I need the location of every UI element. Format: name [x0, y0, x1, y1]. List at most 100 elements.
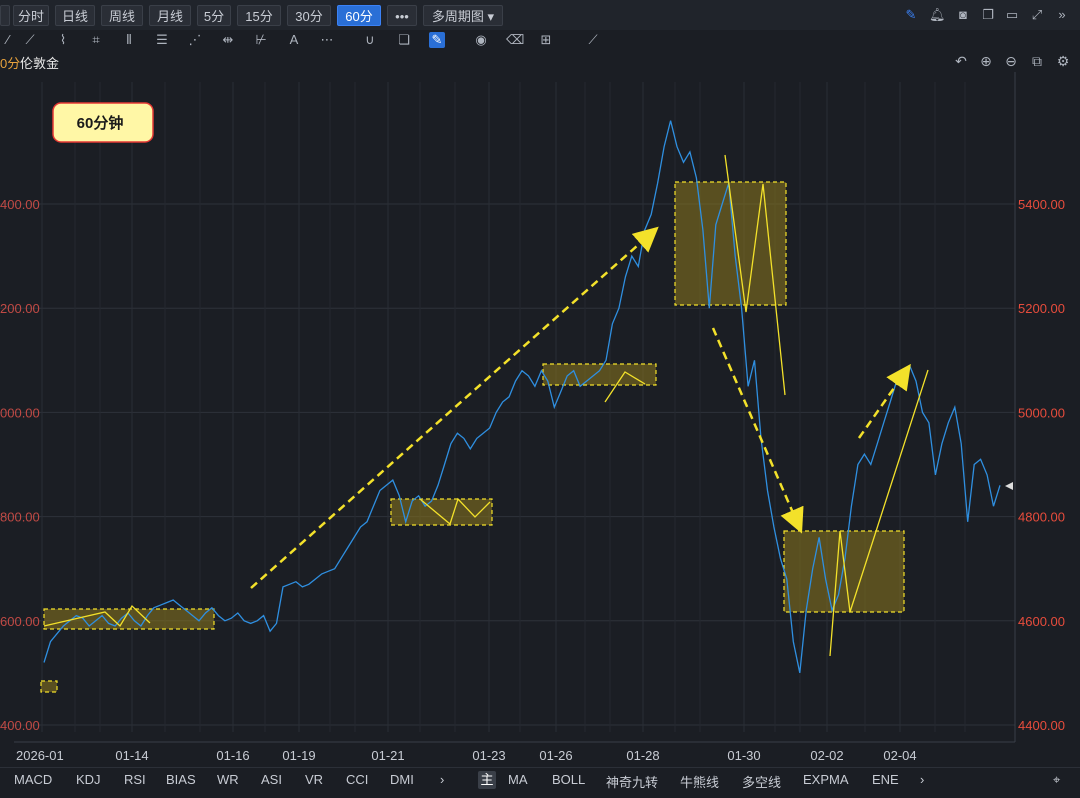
- x-tick-label: 01-21: [371, 748, 404, 763]
- y-tick-left: 400.00: [0, 718, 40, 733]
- tab-monthly[interactable]: 月线: [149, 5, 191, 26]
- fullscreen-icon[interactable]: ⤢: [1029, 7, 1045, 23]
- pencil-icon[interactable]: ✎: [429, 32, 445, 48]
- copy-icon[interactable]: ❐: [980, 7, 996, 23]
- chart-title-bar: 0分 伦敦金 ↶ ⊕ ⊖ ⧉ ⚙: [0, 50, 1080, 72]
- price-chart[interactable]: 400.00 600.00 800.00 000.00 200.00 400.00 440…: [0, 72, 1080, 767]
- last-price-marker: [1005, 482, 1013, 490]
- ruler-icon[interactable]: ⟋: [585, 32, 601, 48]
- indicator-bar: MACD KDJ RSI BIAS WR ASI VR CCI DMI › 主 …: [0, 767, 1080, 793]
- tab-daily[interactable]: 日线: [55, 5, 95, 26]
- screen-icon[interactable]: ▭: [1004, 7, 1020, 23]
- ind-macd[interactable]: MACD: [14, 772, 52, 787]
- drawing-toolbar: ⁄ ⟋ ⌇ ⌗ ⫴ ☰ ⋰ ⇹ ⊬ A ⋯ ∪ ❏ ✎ ◉ ⌫ ⊞ ⟋: [0, 30, 1080, 50]
- period-label-text: 60分钟: [77, 114, 124, 132]
- y-tick-right: 4600.00: [1018, 614, 1065, 629]
- zoom-in-icon[interactable]: ⊕: [978, 53, 994, 69]
- line-tool-icon[interactable]: ⁄: [0, 32, 16, 48]
- x-tick-label: 01-23: [472, 748, 505, 763]
- y-tick-right: 5400.00: [1018, 197, 1065, 212]
- gann-tool-icon[interactable]: ⊬: [253, 32, 269, 48]
- ind-longshort[interactable]: 多空线: [742, 772, 781, 791]
- y-tick-right: 4400.00: [1018, 718, 1065, 733]
- fork-tool-icon[interactable]: ⫴: [121, 32, 137, 48]
- y-tick-left: 800.00: [0, 510, 40, 525]
- export-icon[interactable]: ⧉: [1029, 53, 1045, 69]
- y-axis-left: 400.00 600.00 800.00 000.00 200.00 400.00: [0, 197, 40, 733]
- trend-arrow: [857, 363, 911, 439]
- trash-icon[interactable]: ⌫: [506, 32, 524, 48]
- consolidation-box: [783, 530, 905, 613]
- consolidation-box: [40, 680, 58, 693]
- ind-left-more[interactable]: ›: [440, 772, 444, 787]
- ind-vr[interactable]: VR: [305, 772, 323, 787]
- scroll-left-control[interactable]: [0, 5, 10, 26]
- x-axis: 2026-01 01-14 01-16 01-19 01-21 01-23 01-26 01-…: [16, 748, 917, 763]
- y-tick-right: 4800.00: [1018, 510, 1065, 525]
- ind-td9[interactable]: 神奇九转: [606, 772, 658, 791]
- camera-icon[interactable]: ◙: [955, 7, 971, 23]
- collapse-right-icon[interactable]: »: [1054, 7, 1070, 23]
- fib-tool-icon[interactable]: ☰: [154, 32, 170, 48]
- ind-right-more[interactable]: ›: [920, 772, 924, 787]
- fan-tool-icon[interactable]: ⋰: [187, 32, 203, 48]
- tab-60min[interactable]: 60分: [337, 5, 381, 26]
- zoom-out-icon[interactable]: ⊖: [1003, 53, 1019, 69]
- segment-tool-icon[interactable]: ⟋: [22, 32, 38, 48]
- y-tick-left: 600.00: [0, 614, 40, 629]
- x-tick-label: 01-19: [282, 748, 315, 763]
- trend-arrow: [711, 327, 804, 534]
- magnet-icon[interactable]: ∪: [362, 32, 378, 48]
- more-periods-button[interactable]: •••: [387, 5, 417, 26]
- ind-cci[interactable]: CCI: [346, 772, 368, 787]
- bell-icon[interactable]: 🔔︎: [929, 7, 946, 23]
- x-tick-label: 02-02: [810, 748, 843, 763]
- crop-tool-icon[interactable]: ⌗: [88, 32, 104, 48]
- tab-timeshare[interactable]: 分时: [13, 5, 49, 26]
- chart-grid: [0, 72, 1016, 743]
- location-icon[interactable]: ⌖: [1053, 772, 1060, 788]
- ind-wr[interactable]: WR: [217, 772, 239, 787]
- ind-asi[interactable]: ASI: [261, 772, 282, 787]
- ind-bullbear[interactable]: 牛熊线: [680, 772, 719, 791]
- multi-period-dropdown[interactable]: 多周期图 ▾: [423, 5, 503, 26]
- eye-icon[interactable]: ◉: [473, 32, 489, 48]
- ind-main-toggle[interactable]: 主: [478, 771, 496, 789]
- period-tab-bar: 分时 日线 周线 月线 5分 15分 30分 60分 ••• 多周期图 ▾ ✎ …: [0, 0, 1080, 31]
- ind-rsi[interactable]: RSI: [124, 772, 146, 787]
- x-tick-label: 02-04: [883, 748, 916, 763]
- y-tick-left: 200.00: [0, 301, 40, 316]
- tab-15min[interactable]: 15分: [237, 5, 281, 26]
- ind-kdj[interactable]: KDJ: [76, 772, 101, 787]
- ind-expma[interactable]: EXPMA: [803, 772, 849, 787]
- text-tool-icon[interactable]: A: [286, 32, 302, 48]
- y-tick-right: 5200.00: [1018, 301, 1065, 316]
- tab-30min[interactable]: 30分: [287, 5, 331, 26]
- y-axis-right: 4400.00 4600.00 4800.00 5000.00 5200.00 5400.…: [1018, 197, 1065, 733]
- ind-dmi[interactable]: DMI: [390, 772, 414, 787]
- grid-icon[interactable]: ⊞: [538, 32, 554, 48]
- tab-weekly[interactable]: 周线: [101, 5, 143, 26]
- undo-icon[interactable]: ↶: [953, 53, 969, 69]
- x-tick-label: 01-16: [216, 748, 249, 763]
- draw-pen-icon[interactable]: ✎: [903, 7, 919, 23]
- ind-bias[interactable]: BIAS: [166, 772, 196, 787]
- ind-boll[interactable]: BOLL: [552, 772, 585, 787]
- y-tick-right: 5000.00: [1018, 405, 1065, 420]
- ind-ma[interactable]: MA: [508, 772, 528, 787]
- trend-arrow: [250, 226, 659, 589]
- settings-icon[interactable]: ⚙: [1055, 53, 1071, 69]
- x-tick-label: 01-30: [727, 748, 760, 763]
- layers-icon[interactable]: ❏: [396, 32, 412, 48]
- chart-title: 伦敦金: [20, 56, 60, 71]
- y-tick-left: 000.00: [0, 405, 40, 420]
- ind-ene[interactable]: ENE: [872, 772, 899, 787]
- range-tool-icon[interactable]: ⇹: [220, 32, 236, 48]
- more-tools-icon[interactable]: ⋯: [319, 32, 335, 48]
- x-tick-label: 2026-01: [16, 748, 64, 763]
- x-tick-label: 01-28: [626, 748, 659, 763]
- x-tick-label: 01-26: [539, 748, 572, 763]
- tab-5min[interactable]: 5分: [197, 5, 231, 26]
- path-tool-icon[interactable]: ⌇: [55, 32, 71, 48]
- period-label-badge: 60分钟: [52, 102, 154, 143]
